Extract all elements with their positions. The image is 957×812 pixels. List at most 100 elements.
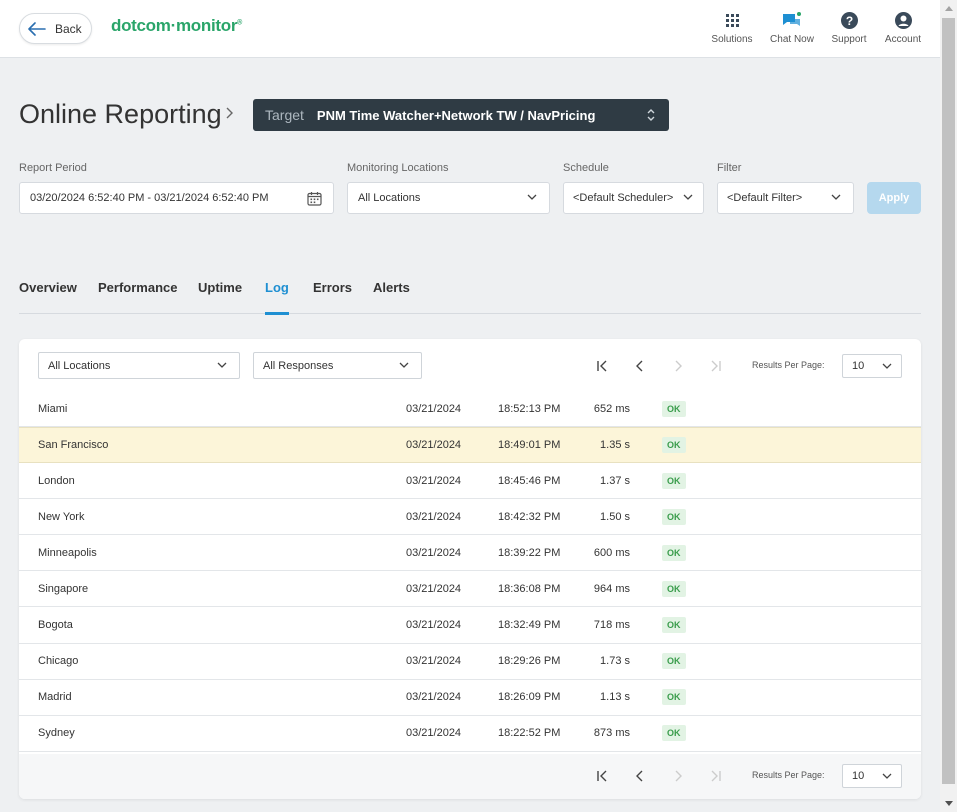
row-date: 03/21/2024 — [406, 474, 462, 487]
status-badge: OK — [662, 472, 686, 489]
table-row[interactable]: Minneapolis 03/21/2024 18:39:22 PM 600 ms OK — [19, 535, 921, 572]
row-location: Chicago — [38, 655, 79, 668]
row-location: London — [38, 474, 75, 487]
header-support[interactable]: ? Support — [819, 12, 879, 45]
row-date: 03/21/2024 — [406, 691, 462, 704]
table-row[interactable]: Singapore 03/21/2024 18:36:08 PM 964 ms OK — [19, 571, 921, 608]
help-icon: ? — [819, 12, 879, 29]
previous-page-icon[interactable] — [632, 358, 648, 374]
tab-alerts[interactable]: Alerts — [373, 280, 410, 314]
results-per-page-value: 10 — [852, 360, 865, 372]
chevron-right-icon — [226, 107, 233, 119]
row-time: 18:22:52 PM — [498, 727, 561, 740]
row-time: 18:45:46 PM — [498, 474, 561, 487]
table-row[interactable]: Sydney 03/21/2024 18:22:52 PM 873 ms OK — [19, 716, 921, 752]
row-time: 18:36:08 PM — [498, 582, 561, 595]
table-row[interactable]: Bogota 03/21/2024 18:32:49 PM 718 ms OK — [19, 607, 921, 644]
chevron-down-icon — [831, 194, 841, 200]
status-badge: OK — [662, 725, 686, 742]
chat-icon — [762, 12, 822, 29]
back-label: Back — [55, 21, 82, 36]
row-location: Bogota — [38, 619, 73, 632]
results-per-page-select[interactable]: 10 — [842, 354, 902, 378]
monitoring-locations-label: Monitoring Locations — [347, 162, 449, 174]
arrow-left-icon — [28, 21, 46, 36]
row-date: 03/21/2024 — [406, 619, 462, 632]
monitoring-locations-select[interactable]: All Locations — [347, 182, 550, 214]
row-duration: 1.13 s — [600, 691, 630, 704]
row-duration: 600 ms — [593, 546, 630, 559]
header-chat-now[interactable]: Chat Now — [762, 12, 822, 45]
scrollbar-thumb[interactable] — [942, 18, 955, 784]
table-row[interactable]: Madrid 03/21/2024 18:26:09 PM 1.13 s OK — [19, 680, 921, 716]
row-duration: 1.73 s — [600, 655, 630, 668]
schedule-value: <Default Scheduler> — [573, 192, 674, 204]
status-badge: OK — [662, 689, 686, 706]
row-location: New York — [38, 510, 85, 523]
svg-text:?: ? — [845, 14, 852, 28]
tab-log[interactable]: Log — [265, 280, 289, 315]
filter-value: <Default Filter> — [727, 192, 803, 204]
filter-select[interactable]: <Default Filter> — [717, 182, 854, 214]
chevron-down-icon — [683, 194, 693, 200]
log-table: Miami 03/21/2024 18:52:13 PM 652 ms OK San F… — [19, 392, 921, 752]
report-period-label: Report Period — [19, 162, 87, 174]
account-icon — [873, 12, 933, 29]
row-time: 18:39:22 PM — [498, 546, 561, 559]
chevron-down-icon — [217, 362, 227, 368]
results-per-page-value: 10 — [852, 770, 865, 782]
tab-uptime[interactable]: Uptime — [198, 280, 242, 314]
report-period-input[interactable]: 03/20/2024 6:52:40 PM - 03/21/2024 6:52:… — [19, 182, 334, 214]
target-value: PNM Time Watcher+Network TW / NavPricing — [316, 107, 596, 123]
row-date: 03/21/2024 — [406, 439, 462, 452]
apply-button[interactable]: Apply — [867, 182, 921, 214]
schedule-select[interactable]: <Default Scheduler> — [563, 182, 704, 214]
row-location: Minneapolis — [38, 546, 97, 559]
status-badge: OK — [662, 401, 686, 417]
row-date: 03/21/2024 — [406, 655, 462, 668]
previous-page-icon[interactable] — [632, 768, 648, 784]
first-page-icon[interactable] — [594, 768, 610, 784]
row-duration: 652 ms — [593, 403, 630, 415]
calendar-icon[interactable] — [307, 191, 322, 206]
report-period-value: 03/20/2024 6:52:40 PM - 03/21/2024 6:52:… — [30, 192, 269, 204]
tab-performance[interactable]: Performance — [98, 280, 177, 314]
header-solutions[interactable]: Solutions — [702, 12, 762, 45]
row-date: 03/21/2024 — [406, 510, 462, 523]
table-row[interactable]: London 03/21/2024 18:45:46 PM 1.37 s OK — [19, 463, 921, 500]
page-scrollbar[interactable] — [940, 0, 957, 812]
row-time: 18:49:01 PM — [498, 439, 561, 452]
row-time: 18:52:13 PM — [498, 403, 561, 415]
status-badge: OK — [662, 580, 686, 597]
log-location-value: All Locations — [48, 359, 111, 372]
scroll-up-icon[interactable] — [945, 6, 953, 11]
status-badge: OK — [662, 508, 686, 525]
target-label: Target — [265, 107, 304, 123]
top-header: Back dotcom·monitor® Solutions Chat Now … — [0, 0, 940, 58]
log-response-select[interactable]: All Responses — [253, 352, 422, 379]
chat-now-label: Chat Now — [770, 34, 814, 45]
support-label: Support — [831, 34, 867, 45]
table-row[interactable]: San Francisco 03/21/2024 18:49:01 PM 1.35 s… — [19, 427, 921, 464]
tab-errors[interactable]: Errors — [313, 280, 352, 314]
table-row[interactable]: Chicago 03/21/2024 18:29:26 PM 1.73 s OK — [19, 644, 921, 680]
row-location: Madrid — [38, 691, 72, 704]
status-badge: OK — [662, 437, 686, 454]
target-selector[interactable]: Target PNM Time Watcher+Network TW / Nav… — [253, 99, 669, 131]
dotcom-monitor-logo[interactable]: dotcom·monitor® — [111, 16, 242, 36]
results-per-page-select[interactable]: 10 — [842, 764, 902, 788]
tab-overview[interactable]: Overview — [19, 280, 77, 314]
log-response-value: All Responses — [263, 359, 334, 372]
header-account[interactable]: Account — [873, 12, 933, 45]
status-badge: OK — [662, 653, 686, 670]
table-row[interactable]: Miami 03/21/2024 18:52:13 PM 652 ms OK — [19, 392, 921, 427]
chevron-down-icon — [882, 773, 892, 779]
chevron-down-icon — [399, 362, 409, 368]
row-time: 18:26:09 PM — [498, 691, 561, 704]
table-row[interactable]: New York 03/21/2024 18:42:32 PM 1.50 s OK — [19, 499, 921, 536]
scroll-down-icon[interactable] — [945, 801, 953, 806]
log-location-select[interactable]: All Locations — [38, 352, 240, 379]
row-date: 03/21/2024 — [406, 582, 462, 595]
back-button[interactable]: Back — [19, 13, 92, 44]
first-page-icon[interactable] — [594, 358, 610, 374]
